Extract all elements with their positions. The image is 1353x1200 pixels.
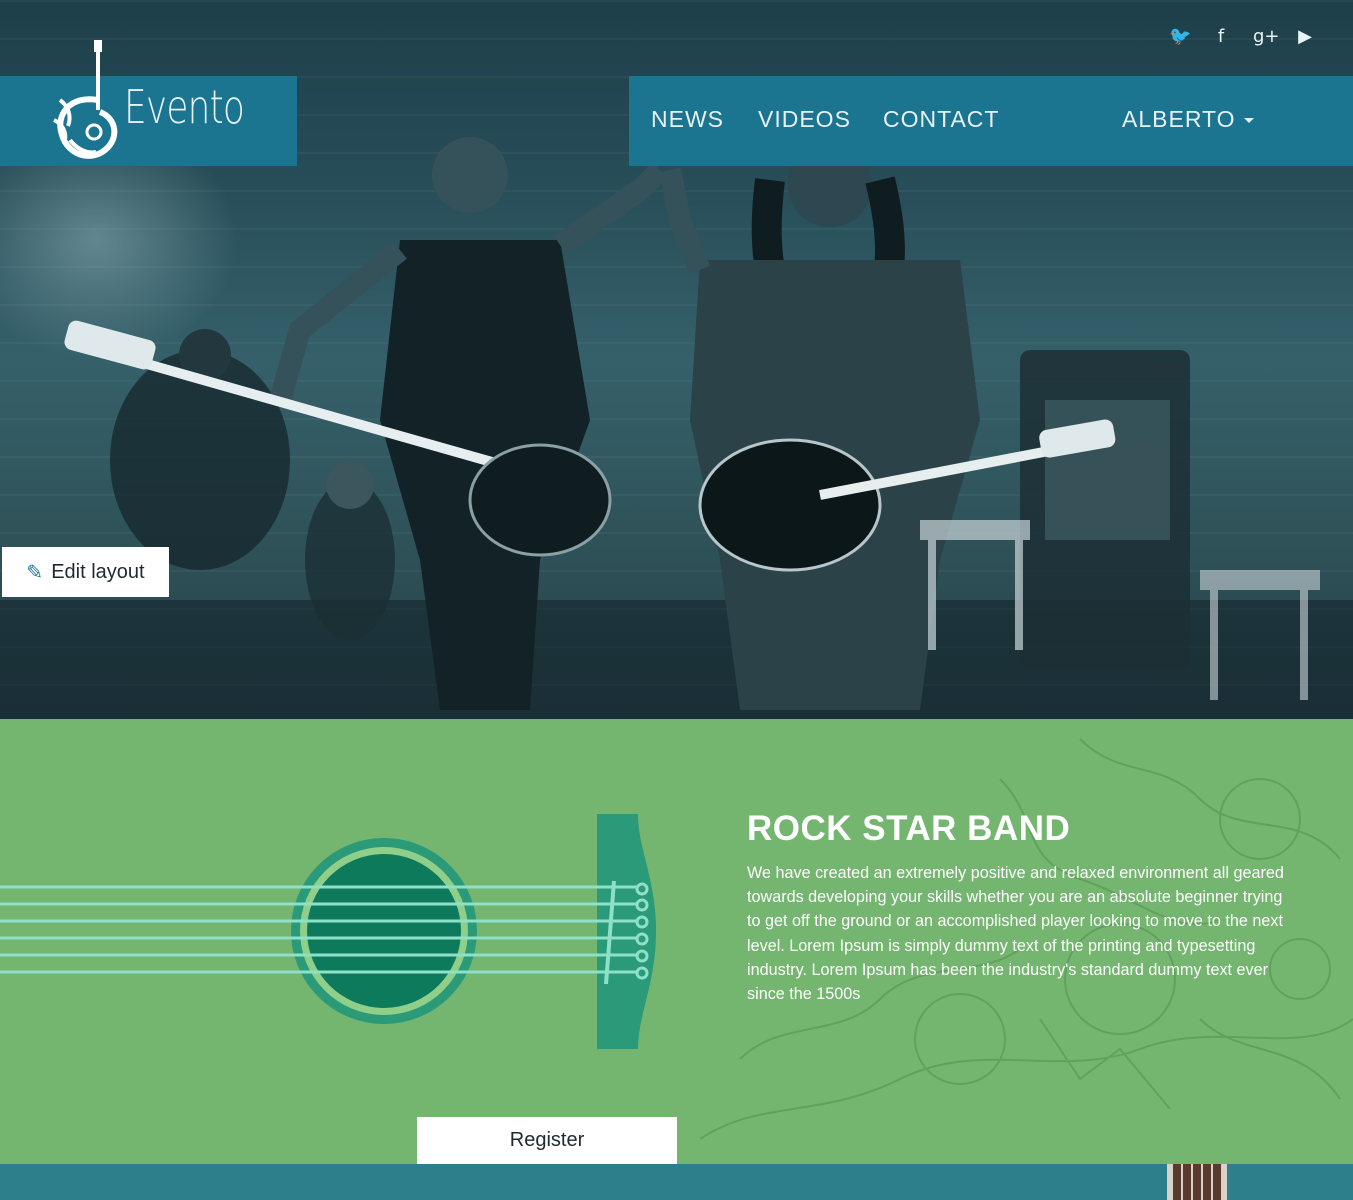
edit-layout-button[interactable]: ✎ Edit layout xyxy=(2,547,169,597)
main-nav: NEWS VIDEOS CONTACT ALBERTO xyxy=(629,76,1353,166)
register-button[interactable]: Register xyxy=(417,1117,677,1164)
social-links: 🐦 f g+ ▶ xyxy=(1169,24,1315,50)
nav-videos[interactable]: VIDEOS xyxy=(758,106,851,133)
caret-down-icon xyxy=(1243,118,1254,124)
logo-guitar-icon xyxy=(53,40,118,159)
acoustic-guitar-illustration xyxy=(0,814,656,1049)
section-title: ROCK STAR BAND xyxy=(747,809,1071,848)
hero-banner: 🐦 f g+ ▶ Evento NEWS VIDEOS CONTACT ALBE… xyxy=(0,0,1353,719)
edit-layout-label: Edit layout xyxy=(51,560,145,583)
nav-user-label: ALBERTO xyxy=(1122,106,1236,132)
nav-news[interactable]: NEWS xyxy=(651,106,724,133)
guitar-fretboard-image xyxy=(1167,1164,1227,1200)
facebook-icon[interactable]: f xyxy=(1211,24,1231,50)
brand-name[interactable]: Evento xyxy=(124,80,245,134)
section-description: We have created an extremely positive an… xyxy=(747,864,1284,1004)
youtube-icon[interactable]: ▶ xyxy=(1295,24,1315,50)
twitter-icon[interactable]: 🐦 xyxy=(1169,24,1191,50)
about-section: ROCK STAR BAND We have created an extrem… xyxy=(0,719,1353,1164)
next-section-strip xyxy=(0,1164,1353,1200)
nav-user-dropdown[interactable]: ALBERTO xyxy=(1122,106,1254,133)
nav-contact[interactable]: CONTACT xyxy=(883,106,999,133)
edit-icon: ✎ xyxy=(26,560,44,584)
google-plus-icon[interactable]: g+ xyxy=(1253,24,1280,50)
